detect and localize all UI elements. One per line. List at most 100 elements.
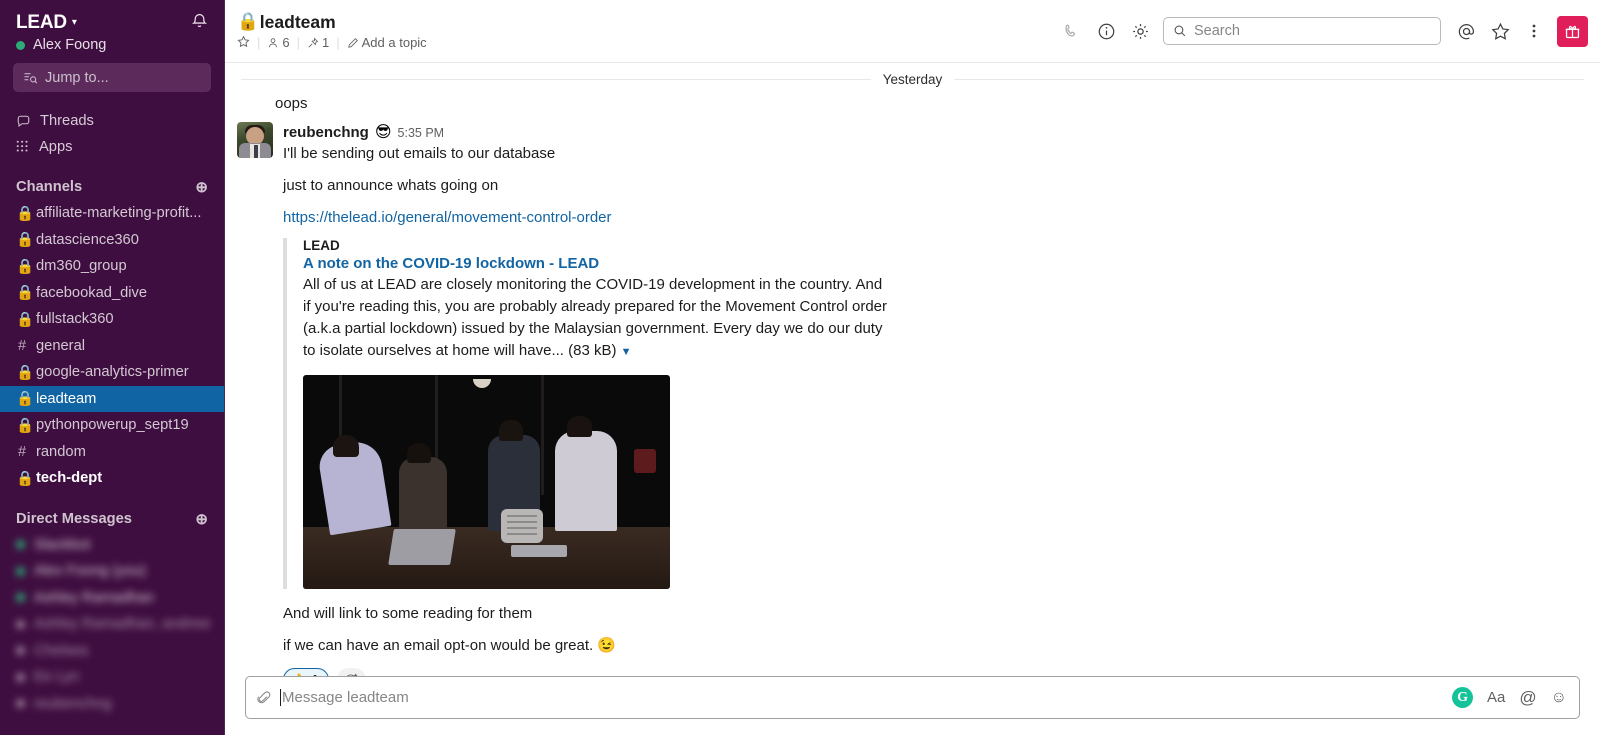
sidebar-item-pythonpowerup-sept19[interactable]: 🔒 pythonpowerup_sept19 [0,412,224,439]
grammarly-icon[interactable]: G [1452,687,1474,708]
dm-list: Slackbot Alex Foong (you) Ashley Ramadhan A… [0,532,224,718]
message-author[interactable]: reubenchng [283,124,369,141]
team-switcher[interactable]: LEAD ▾ [16,12,77,34]
channel-list: 🔒 affiliate-marketing-profit... 🔒 datascien… [0,200,224,492]
channels-section-header[interactable]: Channels ⊕ [0,160,224,200]
sidebar-item-general[interactable]: # general [0,333,224,360]
add-dm-icon[interactable]: ⊕ [195,510,208,528]
lock-icon: 🔒 [16,364,35,381]
members-count[interactable]: 6 [267,35,290,50]
page-title[interactable]: 🔒 leadteam [237,12,427,33]
star-icon[interactable] [1483,14,1517,48]
channel-label: pythonpowerup_sept19 [36,417,189,434]
channel-name: leadteam [259,11,336,32]
date-divider: Yesterday [225,66,1600,92]
sidebar: LEAD ▾ Alex Foong Jump to... Threads App… [0,0,225,735]
info-icon[interactable] [1089,14,1123,48]
lock-icon: 🔒 [16,205,35,222]
attachment-size: (83 kB) [568,342,617,359]
channels-header-label: Channels [16,179,83,195]
ok-hand-emoji-icon: 👌 [291,672,307,677]
search-input[interactable]: Search [1163,17,1441,45]
lock-icon: 🔒 [16,417,35,434]
sidebar-item-fullstack360[interactable]: 🔒 fullstack360 [0,306,224,333]
channel-label: leadteam [36,390,97,407]
presence-dot [16,566,25,576]
attachment-title[interactable]: A note on the COVID-19 lockdown - LEAD [303,255,893,272]
message-text: I'll be sending out emails to our databa… [283,145,556,162]
mentions-at-icon[interactable] [1449,14,1483,48]
reaction-pill[interactable]: 👌 1 [283,668,329,676]
dm-list-item[interactable]: Ashley Ramadhan [0,585,224,612]
laptop-open [388,529,456,565]
hash-icon: # [17,337,27,354]
user-presence[interactable]: Alex Foong [0,36,224,63]
avatar[interactable] [237,122,273,158]
add-channel-icon[interactable]: ⊕ [195,178,208,196]
presence-dot-online [16,40,25,50]
message-text: if we can have an email opt-on would be … [283,637,617,654]
dm-list-item[interactable]: Ee Lyn [0,664,224,691]
channel-label: facebookad_dive [36,284,148,301]
person-figure [555,431,617,531]
attachment-image[interactable] [303,375,670,589]
paperclip-icon[interactable] [256,690,272,706]
lock-icon: 🔒 [16,311,35,328]
team-header[interactable]: LEAD ▾ [0,0,224,36]
office-chair [501,509,543,543]
composer-input[interactable]: Message leadteam [282,689,1452,706]
sidebar-item-leadteam[interactable]: 🔒 leadteam [0,385,224,412]
notifications-bell-icon[interactable] [191,12,208,34]
dm-label: Alex Foong (you) [34,563,146,580]
dm-list-item[interactable]: Chelsea [0,638,224,665]
dm-list-item[interactable]: Ashley Ramadhan, andrew [0,611,224,638]
lock-icon: 🔒 [16,470,35,487]
gear-icon[interactable] [1123,14,1157,48]
slack-window: LEAD ▾ Alex Foong Jump to... Threads App… [0,0,1600,735]
add-topic-button[interactable]: Add a topic [347,35,427,50]
channel-label: tech-dept [36,470,103,487]
meta-separator-1: | [257,35,261,50]
message-link-line: https://thelead.io/general/movement-cont… [283,198,1580,230]
author-status-emoji: 😎 [374,122,392,141]
link-preview-card: LEAD A note on the COVID-19 lockdown - L… [283,238,893,589]
message-composer[interactable]: Message leadteam G Aa @ ☺ [245,676,1580,719]
person-head [333,435,359,457]
sidebar-item-apps[interactable]: Apps [0,134,224,160]
dm-list-item[interactable]: reubenchng [0,691,224,718]
dm-list-item[interactable]: Alex Foong (you) [0,558,224,585]
kebab-menu-icon[interactable] [1517,14,1551,48]
shared-link[interactable]: https://thelead.io/general/movement-cont… [283,209,612,226]
sidebar-item-threads[interactable]: Threads [0,108,224,134]
text-caret [280,689,281,706]
attachment-text: All of us at LEAD are closely monitoring… [303,274,893,363]
channel-meta: | 6 | 1 | Add a topic [237,35,427,51]
dm-section-header[interactable]: Direct Messages ⊕ [0,492,224,532]
dm-label: reubenchng [34,695,112,712]
pins-count[interactable]: 1 [307,35,329,50]
sidebar-item-google-analytics-primer[interactable]: 🔒 google-analytics-primer [0,359,224,386]
sidebar-item-affiliate-marketing-profit-[interactable]: 🔒 affiliate-marketing-profit... [0,200,224,227]
message-text: just to announce whats going on [283,177,499,194]
team-name: LEAD [16,12,67,33]
gift-icon[interactable] [1557,15,1588,47]
formatting-icon[interactable]: Aa [1487,689,1505,706]
sidebar-item-dm360-group[interactable]: 🔒 dm360_group [0,253,224,280]
presence-dot [16,593,25,603]
sidebar-item-random[interactable]: # random [0,439,224,466]
add-reaction-icon[interactable] [336,668,366,676]
chevron-down-icon[interactable]: ▼ [621,346,632,358]
message-list[interactable]: Yesterday oops reubenchng 😎 5:35 PM I'll… [225,63,1600,676]
dm-list-item[interactable]: Slackbot [0,532,224,559]
sidebar-item-tech-dept[interactable]: 🔒 tech-dept [0,465,224,492]
emoji-picker-icon[interactable]: ☺ [1551,689,1567,707]
message-timestamp[interactable]: 5:35 PM [398,126,445,140]
search-placeholder: Search [1194,23,1240,39]
mention-icon[interactable]: @ [1519,688,1536,708]
phone-icon[interactable] [1055,14,1089,48]
sidebar-item-facebookad-dive[interactable]: 🔒 facebookad_dive [0,280,224,307]
dm-header-label: Direct Messages [16,510,132,527]
sidebar-item-datascience360[interactable]: 🔒 datascience360 [0,227,224,254]
jump-to-search[interactable]: Jump to... [13,63,211,92]
star-channel-icon[interactable] [237,35,250,51]
